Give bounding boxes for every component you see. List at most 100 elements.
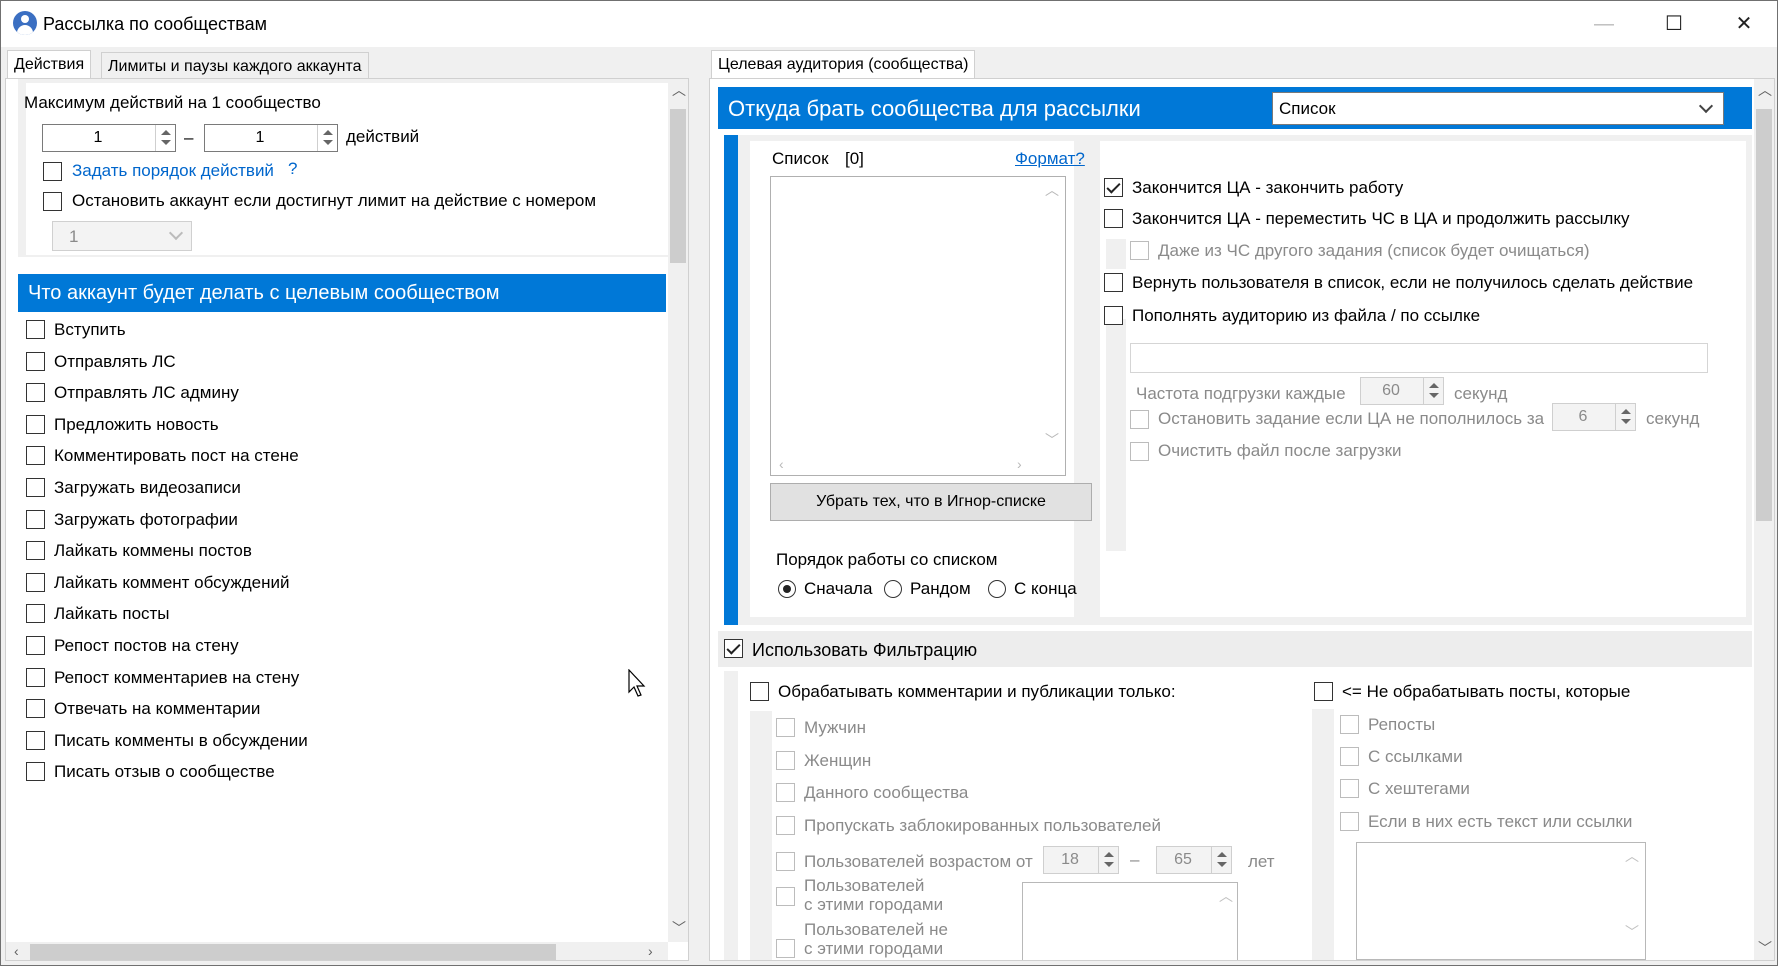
filtration-checkbox[interactable] <box>724 639 743 658</box>
stop-account-select[interactable]: 1 <box>52 221 192 251</box>
option-move-bl-checkbox[interactable] <box>1104 209 1123 228</box>
stop-task-stepper[interactable]: 6 <box>1552 403 1636 431</box>
left-vertical-scrollbar[interactable]: ︿ ﹀ <box>668 79 688 942</box>
process-only-item-checkbox[interactable] <box>776 816 795 835</box>
stop-task-unit: секунд <box>1646 409 1700 428</box>
action-checkbox[interactable] <box>26 667 45 687</box>
action-label: Лайкать коммены постов <box>54 541 252 561</box>
process-only-item-label: Мужчин <box>804 718 866 737</box>
max-actions-to-stepper[interactable]: 1 <box>204 124 338 152</box>
action-checkbox[interactable] <box>26 636 45 655</box>
order-random-radio[interactable] <box>884 580 902 598</box>
scroll-right-icon[interactable]: › <box>1017 457 1022 471</box>
spin-arrows-icon[interactable] <box>1615 404 1635 430</box>
skip-posts-item-checkbox[interactable] <box>1340 812 1359 831</box>
option-return-user-checkbox[interactable] <box>1104 273 1123 292</box>
scroll-thumb[interactable] <box>670 109 686 263</box>
action-checkbox[interactable] <box>26 699 45 719</box>
skip-posts-item-checkbox[interactable] <box>1340 747 1359 766</box>
spin-arrows-icon[interactable] <box>1098 847 1118 873</box>
order-start-radio[interactable] <box>778 580 796 598</box>
tab-limits[interactable]: Лимиты и паузы каждого аккаунта <box>101 52 369 80</box>
order-start-label: Сначала <box>804 579 873 598</box>
scroll-up-icon[interactable]: ︿ <box>1219 889 1233 903</box>
spin-arrows-icon[interactable] <box>1211 847 1231 873</box>
scroll-up-icon[interactable]: ︿ <box>1758 83 1772 97</box>
spin-arrows-icon[interactable] <box>1423 378 1443 404</box>
stop-task-checkbox[interactable] <box>1130 410 1149 429</box>
scroll-up-icon[interactable]: ︿ <box>1625 849 1639 863</box>
skip-posts-checkbox[interactable] <box>1314 682 1333 701</box>
target-audience-panel: Откуда брать сообщества для рассылки Спи… <box>709 78 1775 961</box>
process-only-item-checkbox[interactable] <box>776 718 795 737</box>
clear-file-checkbox[interactable] <box>1130 442 1149 461</box>
list-label: Список <box>772 149 829 168</box>
option-refill-checkbox[interactable] <box>1104 306 1123 325</box>
order-end-radio[interactable] <box>988 580 1006 598</box>
scroll-right-icon[interactable]: › <box>648 944 653 958</box>
action-checkbox[interactable] <box>26 383 45 403</box>
scroll-up-icon[interactable]: ︿ <box>672 83 686 97</box>
age-to-stepper[interactable]: 65 <box>1156 846 1232 874</box>
age-from-stepper[interactable]: 18 <box>1043 846 1119 874</box>
scroll-left-icon[interactable]: ‹ <box>779 457 784 471</box>
maximize-button[interactable]: ☐ <box>1639 1 1709 47</box>
action-checkbox[interactable] <box>26 478 45 497</box>
reload-frequency-stepper[interactable]: 60 <box>1360 377 1444 405</box>
action-checkbox[interactable] <box>26 320 45 339</box>
max-actions-title: Максимум действий на 1 сообщество <box>24 93 321 112</box>
order-actions-help[interactable]: ? <box>288 159 297 179</box>
option-other-bl-checkbox[interactable] <box>1130 241 1149 260</box>
scroll-down-icon[interactable]: ﹀ <box>672 921 686 935</box>
process-only-checkbox[interactable] <box>750 682 769 701</box>
stop-account-checkbox[interactable] <box>43 192 62 211</box>
format-link[interactable]: Формат? <box>1015 149 1085 169</box>
cities-without-checkbox[interactable] <box>776 939 795 958</box>
source-select[interactable]: Список <box>1272 92 1724 125</box>
order-actions-link[interactable]: Задать порядок действий <box>72 161 274 181</box>
order-random-label: Рандом <box>910 579 971 598</box>
action-checkbox[interactable] <box>26 762 45 782</box>
minimize-button[interactable]: — <box>1569 1 1639 47</box>
skip-posts-item-checkbox[interactable] <box>1340 779 1359 798</box>
action-checkbox[interactable] <box>26 446 45 466</box>
action-label: Лайкать посты <box>54 604 170 624</box>
list-textarea[interactable]: ︿ ﹀ ‹ › <box>770 176 1066 476</box>
max-actions-from-stepper[interactable]: 1 <box>42 124 176 152</box>
remove-ignored-button[interactable]: Убрать тех, что в Игнор-списке <box>770 483 1092 521</box>
skip-posts-item-checkbox[interactable] <box>1340 715 1359 734</box>
scroll-thumb[interactable] <box>30 944 556 960</box>
action-checkbox[interactable] <box>26 604 45 624</box>
right-vertical-scrollbar[interactable]: ︿ ﹀ <box>1754 79 1774 960</box>
cities-textarea[interactable]: ︿ <box>1022 882 1238 960</box>
cities-with-checkbox[interactable] <box>776 887 795 906</box>
close-button[interactable]: ✕ <box>1709 1 1778 47</box>
scroll-down-icon[interactable]: ﹀ <box>1625 925 1639 939</box>
scroll-down-icon[interactable]: ﹀ <box>1758 941 1772 955</box>
process-only-item-checkbox[interactable] <box>776 751 795 770</box>
refill-url-input[interactable] <box>1130 343 1708 373</box>
scroll-thumb[interactable] <box>1756 109 1772 521</box>
action-checkbox[interactable] <box>26 351 45 371</box>
left-horizontal-scrollbar[interactable]: ‹ › <box>6 942 668 960</box>
action-label: Загружать фотографии <box>54 509 238 529</box>
action-checkbox[interactable] <box>26 509 45 529</box>
action-label: Предложить новость <box>54 414 219 434</box>
skip-posts-textarea[interactable]: ︿ ﹀ <box>1356 842 1646 960</box>
spin-arrows-icon[interactable] <box>317 125 337 151</box>
action-checkbox[interactable] <box>26 414 45 434</box>
order-actions-checkbox[interactable] <box>43 162 62 181</box>
scroll-down-icon[interactable]: ﹀ <box>1045 433 1059 447</box>
spin-arrows-icon[interactable] <box>155 125 175 151</box>
action-checkbox[interactable] <box>26 730 45 750</box>
option-finish-checkbox[interactable] <box>1104 178 1123 197</box>
scroll-up-icon[interactable]: ︿ <box>1045 183 1059 197</box>
action-label: Писать комменты в обсуждении <box>54 730 308 750</box>
process-only-item-checkbox[interactable] <box>776 783 795 802</box>
age-checkbox[interactable] <box>776 852 795 871</box>
reload-indent <box>1106 319 1126 551</box>
option-other-bl-label: Даже из ЧС другого задания (список будет… <box>1158 241 1590 260</box>
scroll-left-icon[interactable]: ‹ <box>14 944 19 958</box>
action-checkbox[interactable] <box>26 541 45 561</box>
action-checkbox[interactable] <box>26 572 45 592</box>
